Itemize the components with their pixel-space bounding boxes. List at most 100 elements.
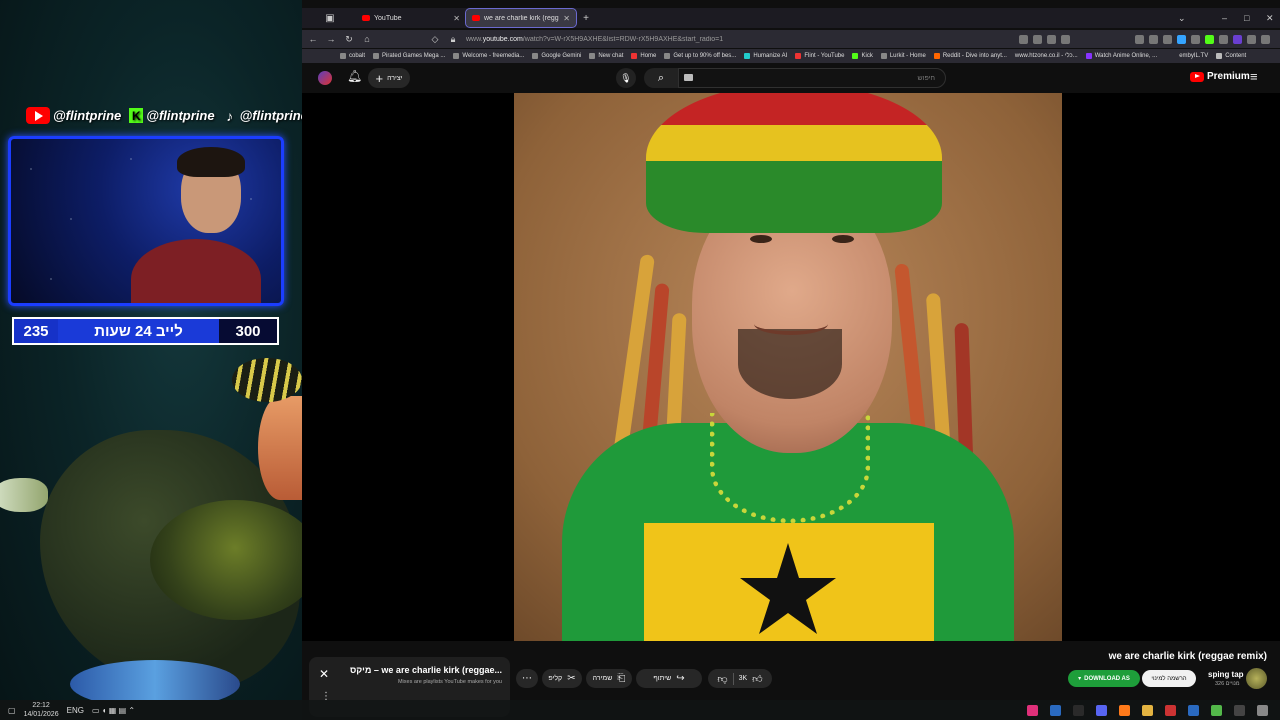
home-icon[interactable]: ⌂ [358, 34, 376, 44]
hamburger-menu-icon[interactable]: ≡ [1250, 69, 1258, 84]
tab-youtube[interactable]: YouTube ✕ [356, 9, 466, 27]
close-tab-icon[interactable]: ✕ [563, 14, 570, 23]
bookmark-item[interactable]: Welcome - freemedia... [453, 53, 524, 59]
youtube-premium-logo[interactable]: Premium [1190, 71, 1250, 82]
bookmark-item[interactable]: embyIL.TV [1179, 53, 1208, 59]
rasta-hat [646, 93, 942, 233]
app-icon[interactable] [1188, 704, 1199, 716]
bookmark-item[interactable]: Home [631, 53, 656, 59]
bookmark-item[interactable]: New chat [589, 53, 623, 59]
beard [738, 329, 842, 399]
taskbar-clock[interactable]: 22:12 14/01/2026 [24, 701, 59, 719]
voice-search-mic-icon[interactable]: 🎙︎ [616, 68, 636, 88]
bookmark-item[interactable]: Flint - YouTube [795, 53, 844, 59]
maximize-button[interactable]: □ [1244, 8, 1249, 28]
app-icon[interactable] [1073, 704, 1084, 716]
bookmark-item[interactable]: Kick [852, 53, 873, 59]
extension-icon[interactable] [1205, 34, 1214, 44]
bookmark-item[interactable]: Pirated Games Mega ... [373, 53, 445, 59]
tray-icons[interactable]: ▭ ◖ ▦ ▤ ⌃ [92, 706, 135, 715]
bookmark-item[interactable]: Humanize AI [744, 53, 787, 59]
smile [754, 313, 828, 335]
youtube-favicon-icon [362, 15, 370, 21]
bookmark-item[interactable]: cobalt [340, 53, 365, 59]
create-button[interactable]: + יצירה [368, 68, 410, 88]
tab-dropdown-icon[interactable]: ⌄ [1178, 8, 1186, 28]
youtube-header: 🔔︎ +יצירה 🎙︎ ⌕ Premium ≡ [302, 64, 1280, 92]
share-button[interactable]: שיתוף ↪ [636, 669, 702, 688]
steam-icon[interactable] [1050, 704, 1061, 716]
close-icon[interactable]: ✕ [319, 667, 329, 681]
close-tab-icon[interactable]: ✕ [453, 14, 460, 23]
tiktok-icon: ♪ [226, 107, 234, 124]
shield-icon[interactable]: ◇ [426, 34, 444, 45]
extension-icon[interactable] [1191, 34, 1200, 44]
clip-button[interactable]: קליפ ✂ [542, 669, 582, 688]
search-input[interactable] [678, 68, 946, 88]
more-actions-button[interactable]: ⋯ [516, 669, 538, 688]
video-player[interactable] [302, 93, 1280, 641]
bookmark-item[interactable]: Lurkit - Home [880, 53, 926, 59]
reload-icon[interactable]: ↻ [340, 34, 358, 45]
bookmark-item[interactable]: Reddit - Dive into anyt... [933, 53, 1007, 59]
extension-icon[interactable] [1019, 34, 1028, 44]
app-icon[interactable] [1211, 704, 1222, 716]
eye [750, 235, 772, 243]
subscribe-button[interactable]: הרשמה למינוי [1142, 670, 1196, 687]
bookmark-item[interactable]: Google Gemini [532, 53, 581, 59]
close-window-button[interactable]: ✕ [1266, 8, 1274, 28]
folder-icon[interactable] [1142, 704, 1153, 716]
mix-subtitle: Mixes are playlists YouTube makes for yo… [397, 679, 502, 685]
channel-name[interactable]: sping tap [1208, 670, 1244, 679]
keyboard-icon[interactable] [684, 74, 693, 81]
search-button[interactable]: ⌕ [644, 68, 678, 88]
share-icon: ↪ [676, 673, 685, 684]
extension-icon[interactable] [1233, 34, 1242, 44]
language-indicator[interactable]: ENG [67, 706, 84, 715]
like-icon[interactable]: 👍︎ [752, 673, 762, 685]
bead-necklace [710, 413, 870, 523]
bookmark-star-icon[interactable] [1061, 34, 1070, 44]
account-avatar[interactable] [318, 71, 332, 85]
app-menu-icon[interactable] [1261, 34, 1270, 44]
bookmark-item[interactable]: Watch Anime Online, ... [1085, 53, 1157, 59]
channel-avatar[interactable] [1246, 668, 1267, 689]
notification-icon[interactable]: ▢ [8, 706, 16, 715]
search-icon: ⌕ [657, 71, 665, 84]
account-icon[interactable] [1135, 34, 1144, 44]
app-icon[interactable] [1027, 704, 1038, 716]
url-field[interactable]: www.youtube.com/watch?v=W-rX5H9AXHE&list… [466, 36, 1019, 43]
app-icon[interactable] [1257, 704, 1268, 716]
save-button[interactable]: שמירה ⎗ [586, 669, 632, 688]
lock-icon[interactable]: 🔒︎ [444, 34, 462, 45]
forward-icon[interactable]: → [322, 34, 340, 44]
extension-icon[interactable] [1047, 34, 1056, 44]
app-icon[interactable] [1234, 704, 1245, 716]
bookmark-item[interactable]: www.htzone.co.il - כלי... [1015, 53, 1078, 59]
tab-list-icon[interactable]: ▣ [320, 9, 340, 27]
bookmark-item[interactable]: Get up to 90% off bes... [664, 53, 736, 59]
extension-icon[interactable] [1177, 34, 1186, 44]
tab-active-video[interactable]: we are charlie kirk (reggae ✕ [465, 8, 577, 28]
back-icon[interactable]: ← [304, 34, 322, 44]
extension-icon[interactable] [1219, 34, 1228, 44]
firefox-icon[interactable] [1119, 704, 1130, 716]
extension-icon[interactable] [1149, 34, 1158, 44]
dislike-icon[interactable]: 👎︎ [717, 673, 727, 685]
extension-icon[interactable] [1163, 34, 1172, 44]
notifications-bell-icon[interactable]: 🔔︎ [347, 69, 362, 83]
tiktok-handle: ♪ @flintprine [223, 107, 302, 124]
extension-icon[interactable] [1033, 34, 1042, 44]
bookmark-folder[interactable]: Content [1216, 53, 1246, 59]
like-count[interactable]: 3K [739, 675, 748, 682]
minimize-button[interactable]: – [1222, 8, 1227, 28]
youtube-handle: @flintprine [26, 107, 121, 124]
browser-window: ▣ YouTube ✕ we are charlie kirk (reggae … [302, 0, 1280, 720]
download-button[interactable]: ▾ DOWNLOAD AS [1068, 670, 1140, 687]
new-tab-button[interactable]: + [576, 9, 596, 27]
app-icon[interactable] [1165, 704, 1176, 716]
bookmark-icon: ⎗ [617, 673, 626, 684]
eye [832, 235, 854, 243]
discord-icon[interactable] [1096, 704, 1107, 716]
extension-icon[interactable] [1247, 34, 1256, 44]
